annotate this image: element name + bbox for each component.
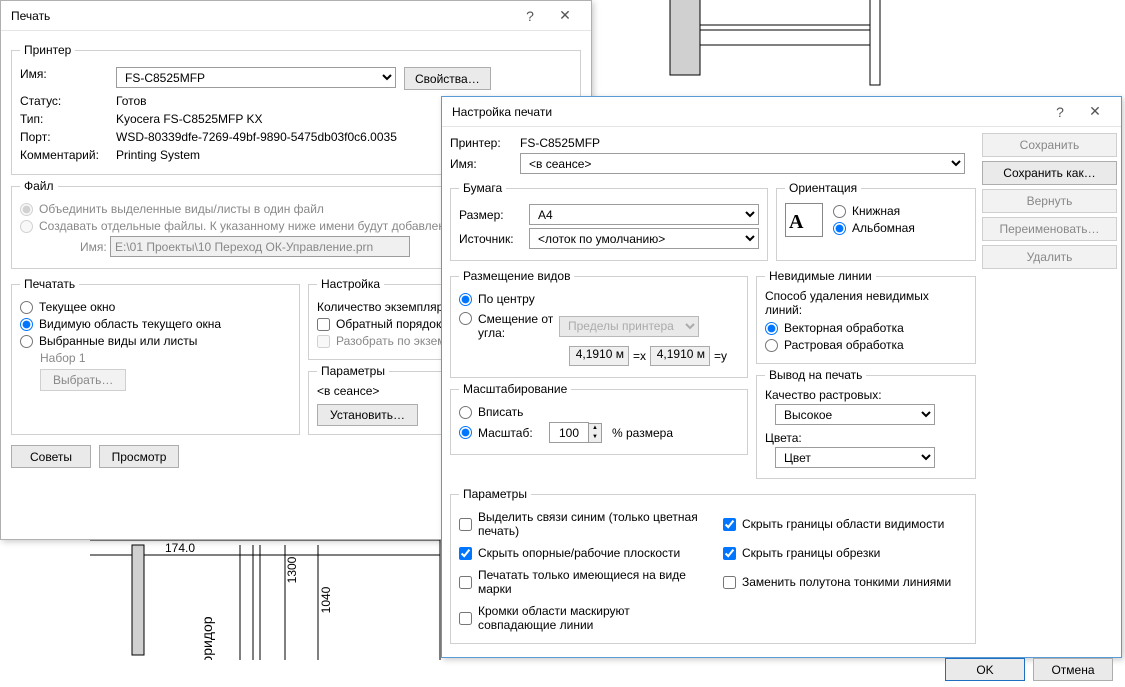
tips-button[interactable]: Советы — [11, 445, 91, 468]
printer-status-label: Статус: — [20, 94, 116, 108]
zoom-value-spinner[interactable]: ▲▼ — [549, 422, 602, 443]
file-name-label: Имя: — [80, 240, 110, 254]
param-hidecrop-check[interactable]: Скрыть границы обрезки — [723, 546, 967, 560]
placement-offset-radio[interactable]: Смещение от угла: — [459, 312, 559, 340]
hidden-vector-radio[interactable]: Векторная обработка — [765, 321, 967, 335]
paper-group: Бумага Размер: A4 Источник: <лоток по ум… — [450, 181, 768, 261]
paper-size-label: Размер: — [459, 208, 529, 222]
close-icon[interactable]: ✕ — [1075, 97, 1115, 127]
svg-text:174.0: 174.0 — [165, 541, 195, 555]
print-dialog-titlebar[interactable]: Печать ? ✕ — [1, 1, 591, 31]
printer-name-select[interactable]: FS-C8525MFP — [116, 67, 396, 88]
setup-printer-label: Принтер: — [450, 136, 520, 150]
copies-label: Количество экземпляр — [317, 300, 443, 314]
range-selected-radio[interactable]: Выбранные виды или листы — [20, 334, 291, 348]
setup-ok-button[interactable]: OK — [945, 658, 1025, 681]
offset-x-suffix: =x — [633, 349, 646, 363]
printer-properties-button[interactable]: Свойства… — [404, 67, 491, 90]
param-maskedges-check[interactable]: Кромки области маскируют совпадающие лин… — [459, 604, 703, 632]
file-legend: Файл — [20, 179, 58, 193]
output-quality-label: Качество растровых: — [765, 388, 967, 402]
placement-limits-select: Пределы принтера — [559, 316, 699, 337]
zoom-suffix: % размера — [612, 426, 673, 440]
orientation-icon: A — [785, 203, 823, 237]
output-quality-select[interactable]: Высокое — [775, 404, 935, 425]
hidden-legend: Невидимые линии — [765, 269, 876, 283]
zoom-fit-radio[interactable]: Вписать — [459, 405, 739, 419]
printer-type-value: Kyocera FS-C8525MFP KX — [116, 112, 263, 126]
delete-button: Удалить — [982, 245, 1117, 269]
printer-status-value: Готов — [116, 94, 147, 108]
hidden-method-label: Способ удаления невидимых линий: — [765, 289, 967, 317]
zoom-group: Масштабирование Вписать Масштаб: ▲▼ % ра… — [450, 382, 748, 455]
print-setup-titlebar[interactable]: Настройка печати ? ✕ — [442, 97, 1121, 127]
close-icon[interactable]: ✕ — [545, 1, 585, 31]
setup-name-label: Имя: — [450, 157, 520, 171]
saveas-button[interactable]: Сохранить как… — [982, 161, 1117, 185]
print-range-group: Печатать Текущее окно Видимую область те… — [11, 277, 300, 435]
params-legend: Параметры — [317, 364, 389, 378]
setup-cancel-button[interactable]: Отмена — [1033, 658, 1113, 681]
hidden-lines-group: Невидимые линии Способ удаления невидимы… — [756, 269, 976, 364]
print-params-legend: Параметры — [459, 487, 531, 501]
printer-legend: Принтер — [20, 43, 75, 57]
printer-port-value: WSD-80339dfe-7269-49bf-9890-5475db03f0c6… — [116, 130, 397, 144]
preview-button[interactable]: Просмотр — [99, 445, 179, 468]
save-button: Сохранить — [982, 133, 1117, 157]
offset-y-field: 4,1910 м — [650, 346, 710, 366]
setup-printer-value: FS-C8525MFP — [520, 136, 600, 150]
file-name-input — [110, 236, 410, 257]
placement-center-radio[interactable]: По центру — [459, 292, 739, 306]
help-icon[interactable]: ? — [1045, 97, 1075, 127]
param-onlymarks-check[interactable]: Печатать только имеющиеся на виде марки — [459, 568, 703, 596]
print-setup-title: Настройка печати — [452, 105, 1045, 119]
printer-type-label: Тип: — [20, 112, 116, 126]
output-colors-label: Цвета: — [765, 431, 967, 445]
zoom-scale-radio[interactable]: Масштаб: — [459, 426, 539, 440]
offset-y-suffix: =y — [714, 349, 727, 363]
print-range-legend: Печатать — [20, 277, 79, 291]
hidden-raster-radio[interactable]: Растровая обработка — [765, 338, 967, 352]
param-hideref-check[interactable]: Скрыть опорные/рабочие плоскости — [459, 546, 703, 560]
orientation-legend: Ориентация — [785, 181, 861, 195]
paper-size-select[interactable]: A4 — [529, 204, 759, 225]
paper-source-label: Источник: — [459, 232, 529, 246]
printer-comment-value: Printing System — [116, 148, 200, 162]
help-icon[interactable]: ? — [515, 1, 545, 31]
orientation-group: Ориентация A Книжная Альбомная — [776, 181, 976, 261]
revert-button: Вернуть — [982, 189, 1117, 213]
orientation-portrait-radio[interactable]: Книжная — [833, 204, 915, 218]
param-blue-check[interactable]: Выделить связи синим (только цветная печ… — [459, 510, 703, 538]
zoom-legend: Масштабирование — [459, 382, 571, 396]
printer-comment-label: Комментарий: — [20, 148, 116, 162]
placement-group: Размещение видов По центру Смещение от у… — [450, 269, 748, 378]
param-hideview-check[interactable]: Скрыть границы области видимости — [723, 510, 967, 538]
output-legend: Вывод на печать — [765, 368, 866, 382]
range-current-radio[interactable]: Текущее окно — [20, 300, 291, 314]
paper-legend: Бумага — [459, 181, 506, 195]
range-set-label: Набор 1 — [40, 351, 291, 365]
printer-port-label: Порт: — [20, 130, 116, 144]
placement-legend: Размещение видов — [459, 269, 574, 283]
printer-name-label: Имя: — [20, 67, 116, 90]
rename-button: Переименовать… — [982, 217, 1117, 241]
param-thinlines-check[interactable]: Заменить полутона тонкими линиями — [723, 568, 967, 596]
print-dialog-title: Печать — [11, 9, 515, 23]
setup-name-select[interactable]: <в сеансе> — [520, 153, 965, 174]
paper-source-select[interactable]: <лоток по умолчанию> — [529, 228, 759, 249]
svg-text:оридор: оридор — [199, 616, 215, 660]
print-params-group: Параметры Выделить связи синим (только ц… — [450, 487, 976, 644]
svg-text:1300: 1300 — [285, 556, 299, 583]
print-setup-dialog: Настройка печати ? ✕ Принтер:FS-C8525MFP… — [441, 96, 1122, 658]
output-colors-select[interactable]: Цвет — [775, 447, 935, 468]
orientation-landscape-radio[interactable]: Альбомная — [833, 221, 915, 235]
svg-text:1040: 1040 — [319, 586, 333, 613]
params-set-button[interactable]: Установить… — [317, 404, 418, 426]
range-visible-radio[interactable]: Видимую область текущего окна — [20, 317, 291, 331]
range-select-button: Выбрать… — [40, 369, 126, 391]
offset-x-field: 4,1910 м — [569, 346, 629, 366]
settings-legend: Настройка — [317, 277, 384, 291]
output-group: Вывод на печать Качество растровых: Высо… — [756, 368, 976, 479]
